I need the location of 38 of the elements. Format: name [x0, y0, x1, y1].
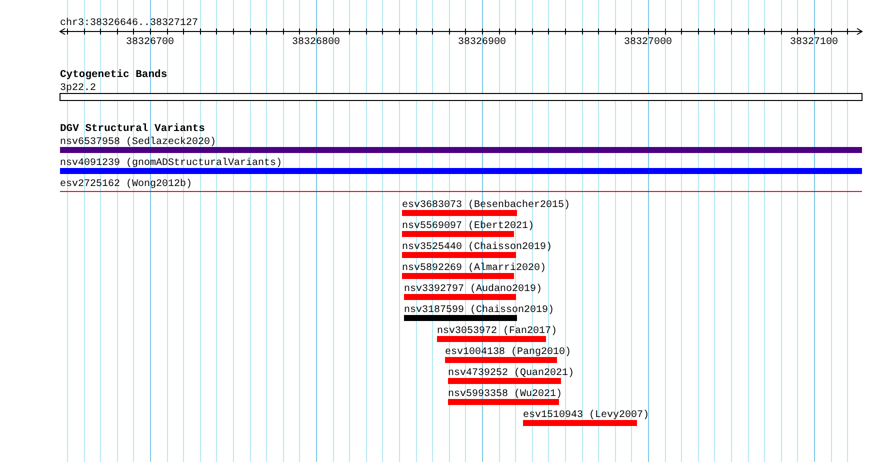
variant-label: nsv3187599 (Chaisson2019) [404, 305, 554, 316]
tick-label: 38327100 [790, 37, 838, 48]
variant-label: nsv3525440 (Chaisson2019) [402, 242, 552, 253]
variant-label: nsv5569097 (Ebert2021) [402, 221, 534, 232]
variant-label: esv3683073 (Besenbacher2015) [402, 200, 570, 211]
tick-label: 38327000 [624, 37, 672, 48]
variant-label: esv1004138 (Pang2010) [445, 347, 572, 358]
variant-bar[interactable] [445, 357, 557, 363]
variant-bar[interactable] [402, 273, 514, 279]
cytoband[interactable] [60, 93, 862, 101]
variant-bar[interactable] [402, 252, 516, 258]
variant-bar[interactable] [60, 168, 862, 174]
variant-bar[interactable] [402, 210, 517, 216]
variant-bar[interactable] [60, 147, 862, 153]
variant-label: nsv5993358 (Wu2021) [448, 389, 562, 400]
variant-label: nsv6537958 (Sedlazeck2020) [60, 137, 216, 148]
variant-label: nsv3053972 (Fan2017) [437, 326, 558, 337]
variant-label: esv1510943 (Levy2007) [523, 410, 650, 421]
tick-label: 38326700 [126, 37, 174, 48]
variant-line[interactable] [60, 191, 862, 192]
variant-label: nsv3392797 (Audano2019) [404, 284, 542, 295]
variant-bar[interactable] [437, 336, 546, 342]
variant-label: esv2725162 (Wong2012b) [60, 179, 192, 190]
tick-label: 38326900 [458, 37, 506, 48]
band-label: 3p22.2 [60, 83, 96, 94]
region-label: chr3:38326646..38327127 [60, 18, 198, 29]
track-title: Cytogenetic Bands [60, 69, 168, 81]
variant-bar[interactable] [523, 420, 637, 426]
variant-bar[interactable] [448, 399, 559, 405]
tick-label: 38326800 [292, 37, 340, 48]
variant-bar[interactable] [404, 294, 516, 300]
variant-bar[interactable] [448, 378, 561, 384]
variant-label: nsv4091239 (gnomADStructuralVariants) [60, 158, 282, 169]
variant-label: nsv4739252 (Quan2021) [448, 368, 574, 379]
track-title: DGV Structural Variants [60, 123, 205, 135]
variant-bar[interactable] [404, 315, 517, 321]
variant-label: nsv5892269 (Almarri2020) [402, 263, 546, 274]
variant-bar[interactable] [402, 231, 514, 237]
